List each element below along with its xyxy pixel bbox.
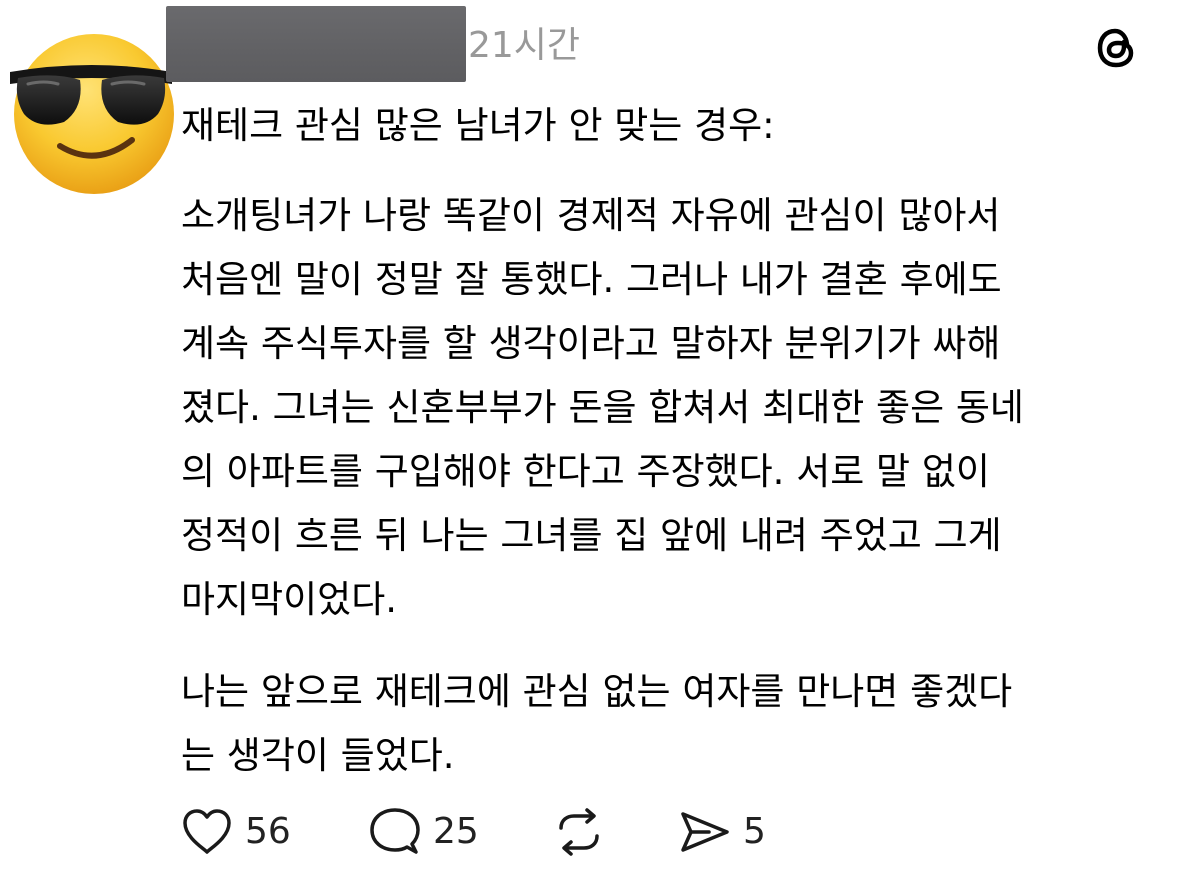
post-paragraph-1: 소개팅녀가 나랑 똑같이 경제적 자유에 관심이 많아서 처음엔 말이 정말 잘… bbox=[181, 184, 1171, 632]
reply-button[interactable]: 25 bbox=[369, 800, 479, 864]
post-paragraph-2: 나는 앞으로 재테크에 관심 없는 여자를 만나면 좋겠다 는 생각이 들었다. bbox=[181, 660, 1171, 788]
paragraph-line: 정적이 흐른 뒤 나는 그녀를 집 앞에 내려 주었고 그게 bbox=[181, 514, 1002, 557]
paragraph-line: 소개팅녀가 나랑 똑같이 경제적 자유에 관심이 많아서 bbox=[181, 194, 1001, 237]
heart-icon bbox=[183, 809, 231, 854]
paragraph-line: 처음엔 말이 정말 잘 통했다. 그러나 내가 결혼 후에도 bbox=[181, 258, 1002, 301]
like-count: 56 bbox=[245, 811, 291, 852]
paper-plane-icon bbox=[681, 812, 729, 852]
paragraph-line: 졌다. 그녀는 신혼부부가 돈을 합쳐서 최대한 좋은 동네 bbox=[181, 386, 1024, 429]
threads-logo-icon[interactable] bbox=[1090, 22, 1142, 74]
post-action-bar: 56 25 5 bbox=[181, 800, 881, 864]
post-heading: 재테크 관심 많은 남녀가 안 맞는 경우: bbox=[181, 104, 775, 147]
repost-arrows-icon bbox=[559, 808, 599, 856]
sunglasses-emoji-icon bbox=[10, 34, 174, 194]
paragraph-line: 나는 앞으로 재테크에 관심 없는 여자를 만나면 좋겠다 bbox=[181, 670, 1013, 713]
paragraph-line: 는 생각이 들었다. bbox=[181, 734, 455, 777]
redacted-username bbox=[166, 6, 466, 82]
post-timestamp: 21시간 bbox=[468, 25, 581, 66]
avatar[interactable] bbox=[4, 18, 180, 198]
like-button[interactable]: 56 bbox=[181, 800, 291, 864]
share-count: 5 bbox=[743, 811, 766, 852]
repost-button[interactable] bbox=[553, 800, 605, 864]
speech-bubble-icon bbox=[370, 808, 420, 854]
share-button[interactable]: 5 bbox=[679, 800, 766, 864]
paragraph-line: 계속 주식투자를 할 생각이라고 말하자 분위기가 싸해 bbox=[181, 322, 1001, 365]
reply-count: 25 bbox=[433, 811, 479, 852]
paragraph-line: 의 아파트를 구입해야 한다고 주장했다. 서로 말 없이 bbox=[181, 450, 990, 493]
paragraph-line: 마지막이었다. bbox=[181, 578, 398, 621]
post-body: 재테크 관심 많은 남녀가 안 맞는 경우: 소개팅녀가 나랑 똑같이 경제적 … bbox=[181, 96, 1171, 788]
